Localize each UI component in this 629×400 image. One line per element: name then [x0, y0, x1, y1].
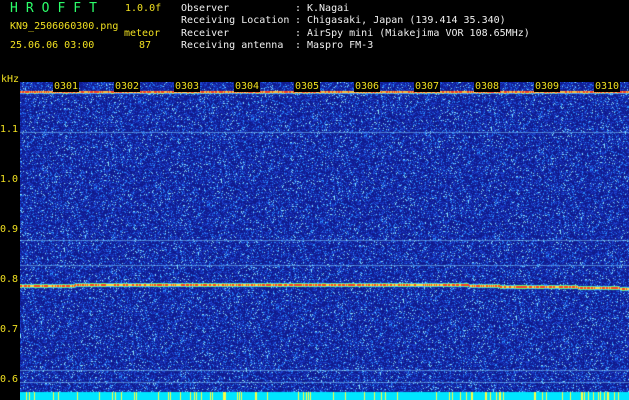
info-row-receiver: Receiver: AirSpy mini (Miakejima VOR 108.…: [181, 27, 530, 39]
datetime: 25.06.06 03:00: [10, 40, 95, 51]
y-tick-label: 1.1: [0, 124, 19, 135]
spectrogram-canvas: [20, 82, 629, 400]
info-row-antenna: Receiving antenna: Maspro FM-3: [181, 39, 374, 51]
hour-label: 0302: [114, 81, 141, 92]
info-row-location: Receiving Location: Chigasaki, Japan (139…: [181, 15, 506, 27]
info-block: Observer: K.Nagai Receiving Location: Chig…: [181, 3, 530, 52]
hour-label: 0304: [234, 81, 261, 92]
header-panel: HROFFT 1.0.0f KN9_2506060300.png meteor …: [0, 0, 629, 76]
y-tick-label: 0.8: [0, 274, 19, 285]
y-tick-label: 0.7: [0, 324, 19, 335]
y-tick-label: 1.0: [0, 174, 19, 185]
y-axis-unit: kHz: [1, 74, 20, 85]
app-version: 1.0.0f: [125, 3, 162, 14]
file-name: KN9_2506060300.png: [10, 21, 119, 32]
y-tick-label: 0.6: [0, 374, 19, 385]
hour-label: 0301: [53, 81, 80, 92]
meteor-count: 87: [139, 40, 152, 51]
meteor-label: meteor: [124, 28, 161, 39]
hour-label: 0307: [414, 81, 441, 92]
hour-label: 0308: [474, 81, 501, 92]
hour-label: 0305: [294, 81, 321, 92]
y-tick-label: 0.9: [0, 224, 19, 235]
info-row-observer: Observer: K.Nagai: [181, 3, 350, 14]
hour-label: 0310: [594, 81, 621, 92]
app-title: HROFFT: [10, 1, 105, 16]
hour-label: 0306: [354, 81, 381, 92]
hour-label: 0309: [534, 81, 561, 92]
hour-label: 0303: [174, 81, 201, 92]
